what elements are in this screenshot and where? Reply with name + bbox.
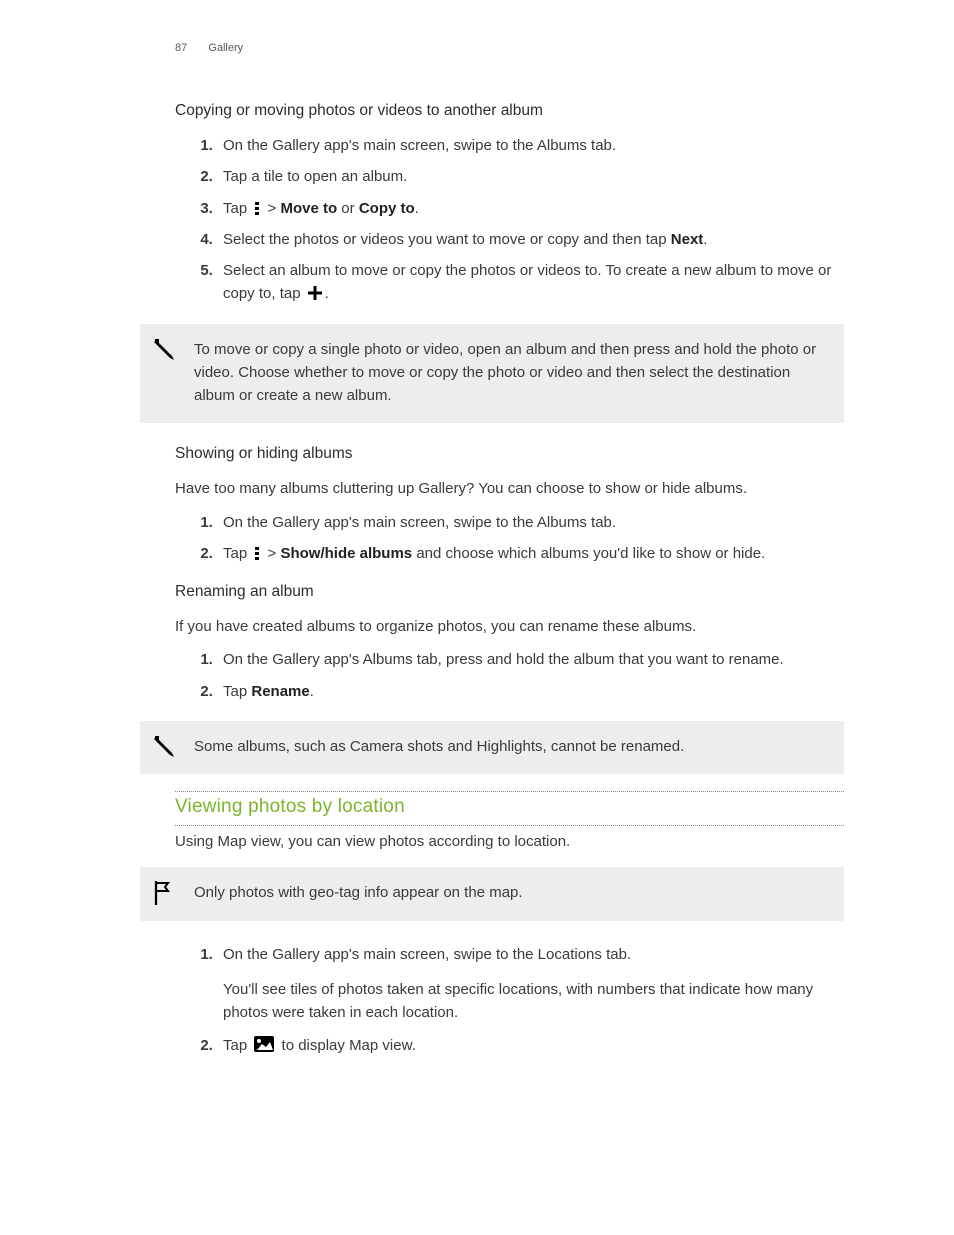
text: . [310,683,314,700]
note-text: Only photos with geo-tag info appear on … [194,884,523,901]
note-text: To move or copy a single photo or video,… [194,341,816,405]
steps-show-hide: On the Gallery app's main screen, swipe … [175,511,844,566]
intro-text: If you have created albums to organize p… [175,615,844,638]
page-root: 87 Gallery Copying or moving photos or v… [0,0,954,1235]
note-box: Some albums, such as Camera shots and Hi… [140,721,844,774]
text: On the Gallery app's main screen, swipe … [223,946,631,963]
step: On the Gallery app's main screen, swipe … [217,134,844,157]
text: Tap [223,1037,251,1054]
cmd-move-to: Move to [280,200,337,217]
map-view-icon [254,1036,274,1052]
text: . [325,285,329,302]
text: > [263,545,280,562]
text: or [337,200,359,217]
text: Select the photos or videos you want to … [223,231,671,248]
intro-text: Using Map view, you can view photos acco… [175,830,844,853]
steps-rename: On the Gallery app's Albums tab, press a… [175,648,844,703]
text: Tap [223,200,251,217]
cmd-next: Next [671,231,704,248]
text: Tap [223,545,251,562]
step: Tap Rename. [217,680,844,703]
step: On the Gallery app's Albums tab, press a… [217,648,844,671]
steps-location: On the Gallery app's main screen, swipe … [175,943,844,1058]
cmd-copy-to: Copy to [359,200,415,217]
step: Tap > Move to or Copy to. [217,197,844,220]
more-options-icon [254,546,260,560]
text: and choose which albums you'd like to sh… [412,545,765,562]
page-content: Copying or moving photos or videos to an… [175,102,844,1058]
step: Select an album to move or copy the phot… [217,259,844,306]
page-number: 87 [175,42,187,54]
note-text: Some albums, such as Camera shots and Hi… [194,738,684,755]
page-header: 87 Gallery [175,42,844,54]
note-box: To move or copy a single photo or video,… [140,324,844,424]
step: On the Gallery app's main screen, swipe … [217,943,844,1025]
step: Tap to display Map view. [217,1034,844,1057]
subheading-copy-move: Copying or moving photos or videos to an… [175,102,844,120]
intro-text: Have too many albums cluttering up Galle… [175,477,844,500]
more-options-icon [254,201,260,215]
step: On the Gallery app's main screen, swipe … [217,511,844,534]
header-section: Gallery [208,42,243,54]
text: . [703,231,707,248]
text: > [263,200,280,217]
step-body: You'll see tiles of photos taken at spec… [223,978,844,1025]
subheading-rename: Renaming an album [175,583,844,601]
note-box: Only photos with geo-tag info appear on … [140,867,844,920]
text: Tap [223,683,251,700]
subheading-show-hide: Showing or hiding albums [175,445,844,463]
flag-icon [152,879,174,907]
cmd-show-hide: Show/hide albums [280,545,412,562]
text: to display Map view. [277,1037,415,1054]
step: Tap > Show/hide albums and choose which … [217,542,844,565]
cmd-rename: Rename [251,683,309,700]
section-title-location: Viewing photos by location [175,796,844,820]
steps-copy-move: On the Gallery app's main screen, swipe … [175,134,844,306]
step: Select the photos or videos you want to … [217,228,844,251]
plus-icon [308,286,322,300]
pencil-icon [152,733,178,759]
text: . [415,200,419,217]
pencil-icon [152,336,178,362]
step: Tap a tile to open an album. [217,165,844,188]
